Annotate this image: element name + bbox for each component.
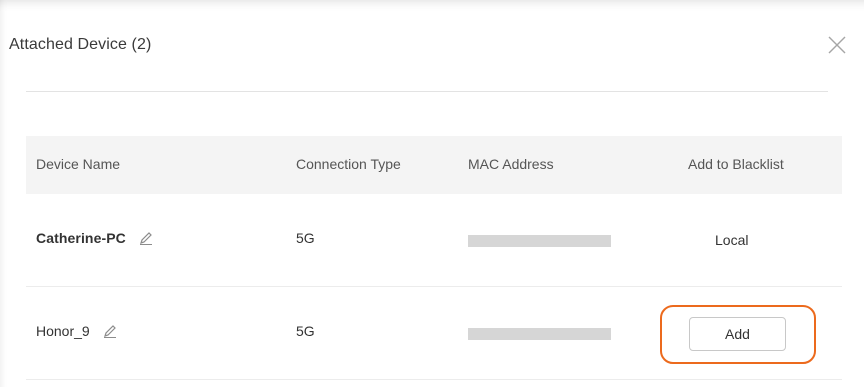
- header-device-name: Device Name: [36, 156, 121, 172]
- device-name-cell: Honor_9: [36, 323, 118, 339]
- table-row: Honor_9 5G Add: [26, 287, 842, 380]
- mac-address-redacted: [468, 235, 611, 247]
- header-mac-address: MAC Address: [468, 156, 554, 172]
- connection-type-value: 5G: [296, 230, 315, 246]
- header-connection-type: Connection Type: [296, 156, 401, 172]
- connection-type-value: 5G: [296, 323, 315, 339]
- add-to-blacklist-button[interactable]: Add: [689, 317, 786, 351]
- pencil-icon[interactable]: [138, 230, 154, 246]
- close-icon[interactable]: [826, 34, 848, 56]
- title-divider: [26, 91, 828, 92]
- attached-device-dialog: Attached Device (2) Device Name Connecti…: [0, 0, 864, 387]
- mac-address-redacted: [468, 328, 611, 340]
- device-name: Honor_9: [36, 323, 90, 339]
- device-table: Device Name Connection Type MAC Address …: [26, 136, 842, 380]
- table-header: Device Name Connection Type MAC Address …: [26, 136, 842, 194]
- header-add-to-blacklist: Add to Blacklist: [688, 156, 784, 172]
- dialog-title: Attached Device (2): [9, 36, 152, 53]
- highlight-outline: Add: [660, 305, 816, 364]
- blacklist-local-label: Local: [715, 232, 749, 248]
- device-name: Catherine-PC: [36, 230, 126, 246]
- pencil-icon[interactable]: [102, 323, 118, 339]
- device-name-cell: Catherine-PC: [36, 230, 154, 246]
- table-row: Catherine-PC 5G Local: [26, 194, 842, 287]
